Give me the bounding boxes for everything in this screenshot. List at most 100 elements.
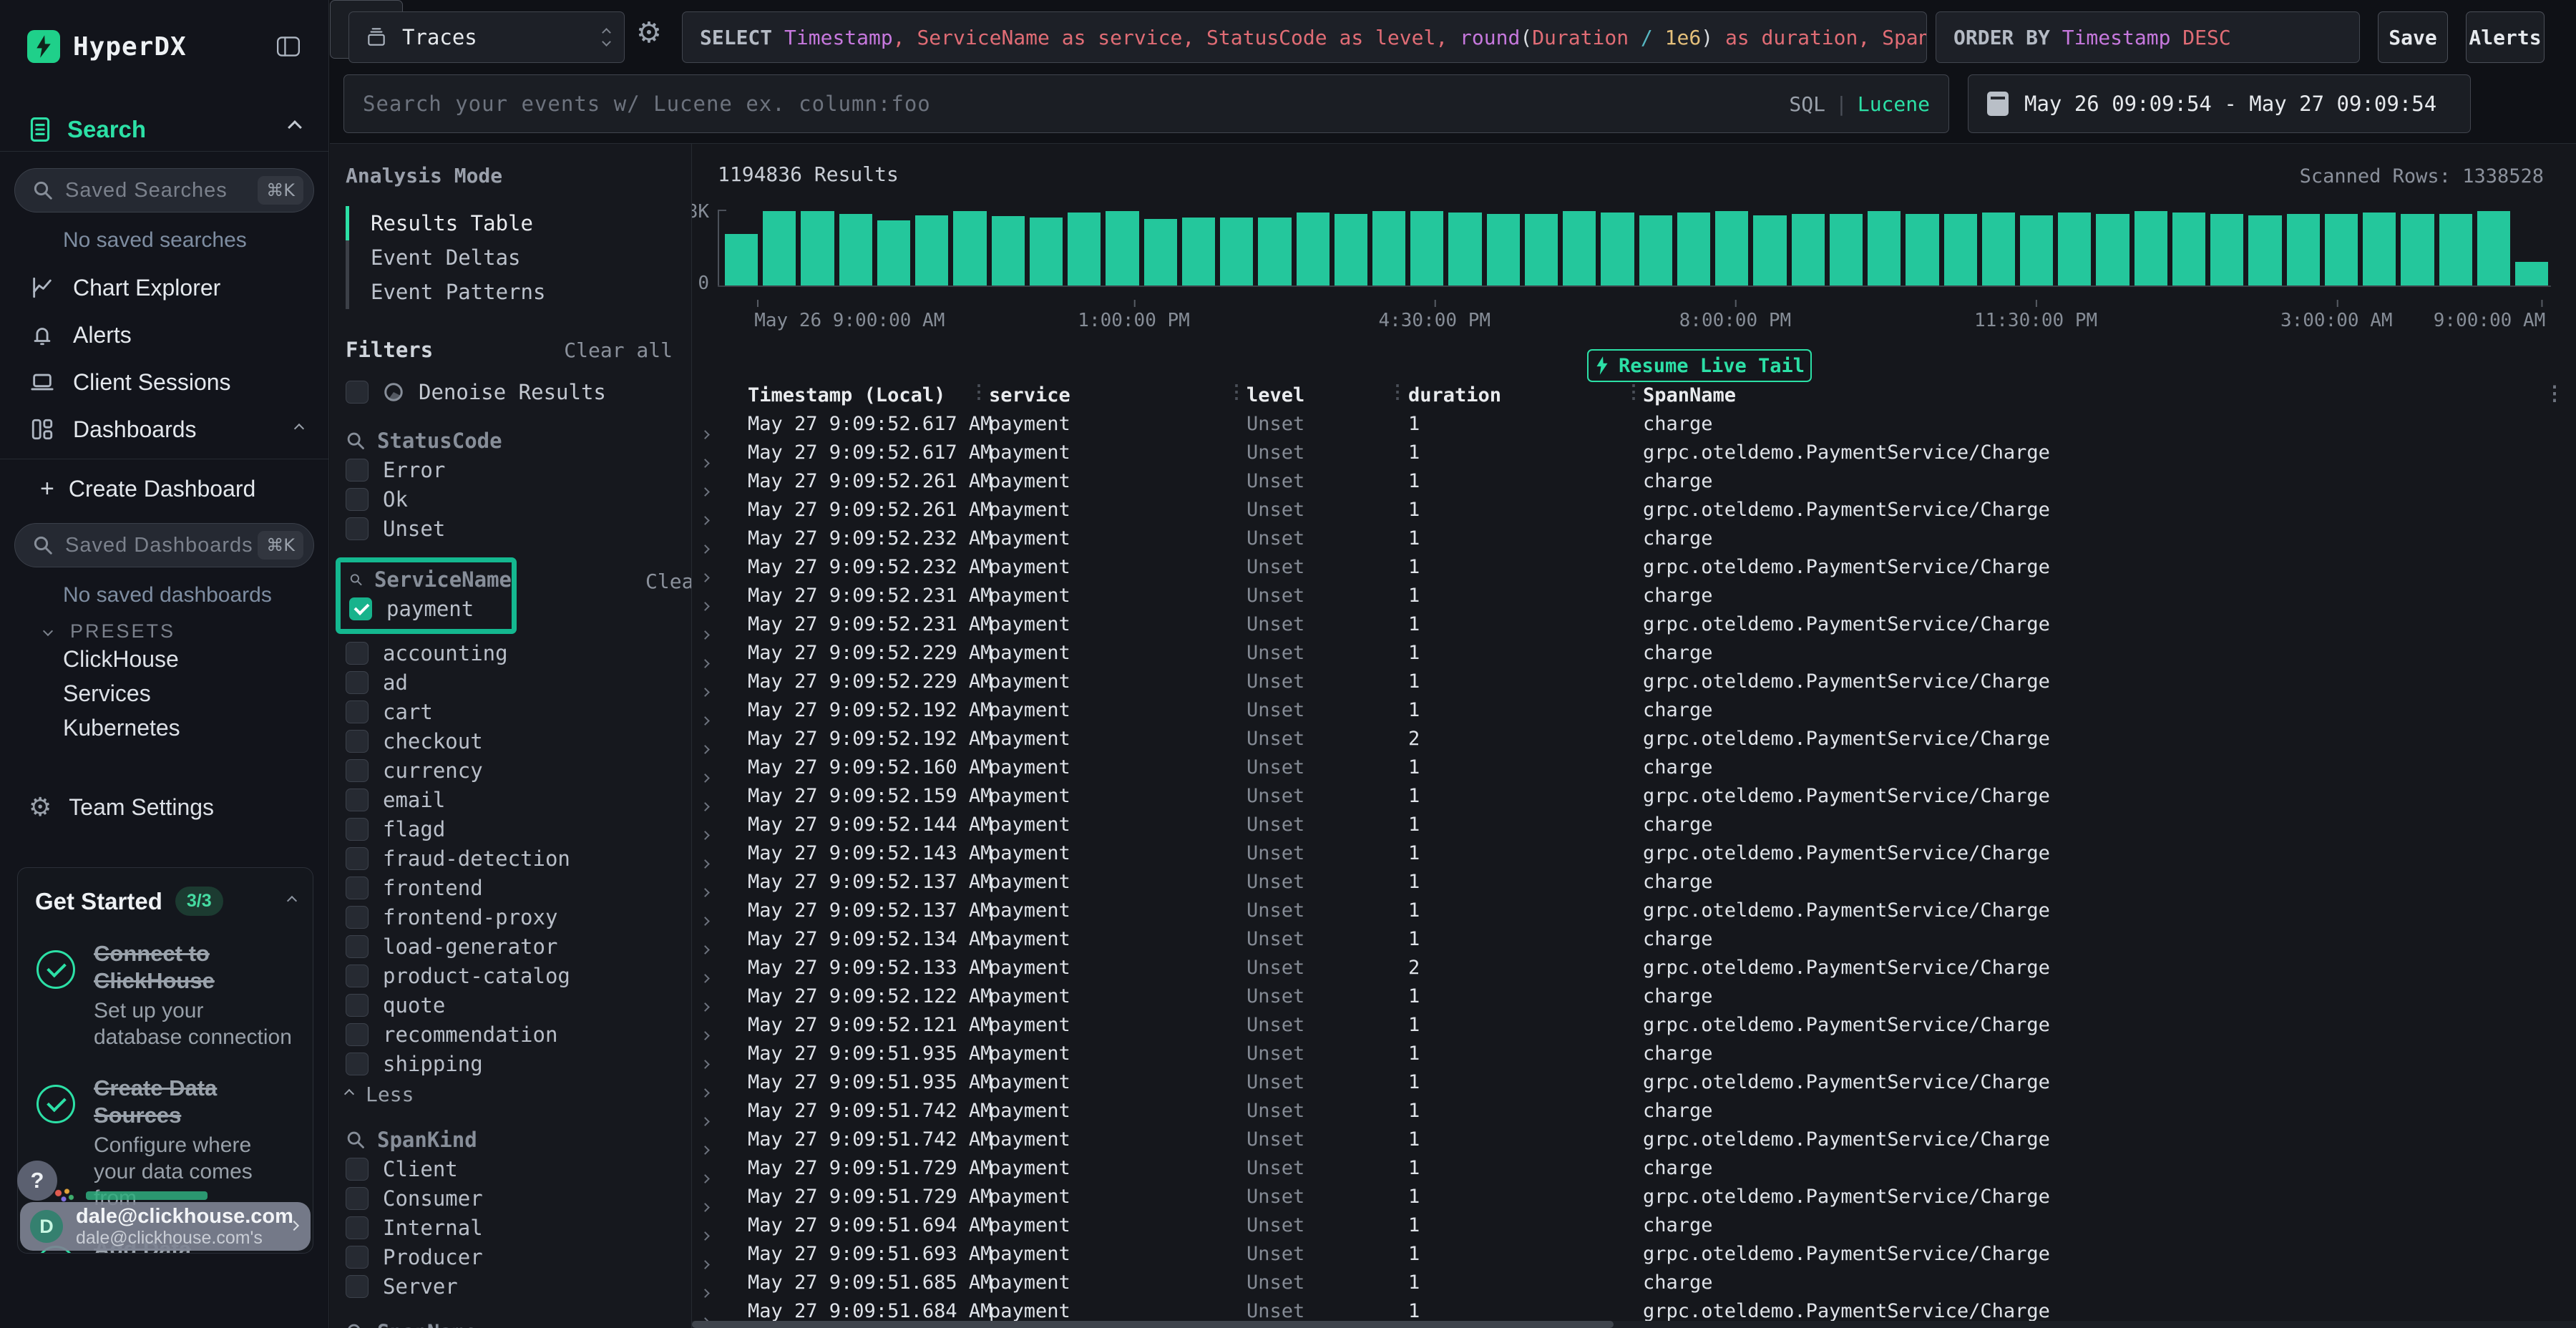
sidebar-item-team-settings[interactable]: ⚙ Team Settings xyxy=(0,789,328,825)
column-drag-handle[interactable]: ⋮ xyxy=(970,381,987,403)
clear-all-button[interactable]: Clear all xyxy=(564,338,673,362)
table-row[interactable]: May 27 9:09:52.137 AM payment Unset 1 ch… xyxy=(692,868,2576,897)
table-row[interactable]: May 27 9:09:52.137 AM payment Unset 1 gr… xyxy=(692,897,2576,925)
sidebar-collapse-icon[interactable] xyxy=(275,35,301,58)
table-row[interactable]: May 27 9:09:51.729 AM payment Unset 1 ch… xyxy=(692,1154,2576,1183)
presets-toggle[interactable]: PRESETS xyxy=(0,620,328,642)
column-drag-handle[interactable]: ⋮ xyxy=(1388,381,1405,403)
table-row[interactable]: May 27 9:09:52.160 AM payment Unset 1 ch… xyxy=(692,753,2576,782)
table-row[interactable]: May 27 9:09:52.192 AM payment Unset 2 gr… xyxy=(692,725,2576,753)
help-button[interactable]: ? xyxy=(17,1161,57,1201)
table-row[interactable]: May 27 9:09:52.134 AM payment Unset 1 ch… xyxy=(692,925,2576,954)
filter-checkbox-row[interactable]: email xyxy=(346,785,691,814)
filter-checkbox-row[interactable]: accounting xyxy=(346,638,691,668)
source-select[interactable]: Traces xyxy=(348,11,625,63)
order-by-editor[interactable]: ORDER BY Timestamp DESC xyxy=(1936,11,2360,63)
show-less-toggle[interactable]: Less xyxy=(346,1080,691,1108)
table-row[interactable]: May 27 9:09:52.261 AM payment Unset 1 ch… xyxy=(692,467,2576,496)
date-range-picker[interactable]: May 26 09:09:54 - May 27 09:09:54 xyxy=(1968,74,2471,133)
table-row[interactable]: May 27 9:09:52.229 AM payment Unset 1 ch… xyxy=(692,639,2576,668)
table-row[interactable]: May 27 9:09:51.742 AM payment Unset 1 gr… xyxy=(692,1126,2576,1154)
gear-icon[interactable]: ⚙ xyxy=(636,19,662,47)
analysis-mode-tab[interactable]: Event Deltas xyxy=(346,240,691,275)
filter-checkbox-row[interactable]: Consumer xyxy=(346,1183,691,1213)
table-row[interactable]: May 27 9:09:52.231 AM payment Unset 1 ch… xyxy=(692,582,2576,610)
filter-checkbox-row[interactable]: frontend xyxy=(346,873,691,902)
saved-dashboards-input[interactable]: Saved Dashboards ⌘K xyxy=(14,523,314,567)
filter-checkbox-row[interactable]: Unset xyxy=(346,514,691,543)
table-row[interactable]: May 27 9:09:52.143 AM payment Unset 1 gr… xyxy=(692,839,2576,868)
filter-checkbox-row[interactable]: frontend-proxy xyxy=(346,902,691,932)
table-row[interactable]: May 27 9:09:52.121 AM payment Unset 1 gr… xyxy=(692,1011,2576,1040)
column-header-timestamp[interactable]: Timestamp (Local) xyxy=(748,384,945,406)
sidebar-item-dashboards[interactable]: Dashboards xyxy=(0,406,328,453)
filter-checkbox-row[interactable]: Client xyxy=(346,1154,691,1183)
filter-checkbox-row[interactable]: cart xyxy=(346,697,691,726)
filter-checkbox-row[interactable]: Server xyxy=(346,1271,691,1301)
table-row[interactable]: May 27 9:09:52.261 AM payment Unset 1 gr… xyxy=(692,496,2576,524)
search-input[interactable]: Search your events w/ Lucene ex. column:… xyxy=(343,74,1949,133)
user-menu[interactable]: D dale@clickhouse.com dale@clickhouse.co… xyxy=(20,1202,311,1251)
filter-checkbox-row[interactable]: fraud-detection xyxy=(346,844,691,873)
filter-checkbox-row[interactable]: recommendation xyxy=(346,1020,691,1049)
sidebar-item-search[interactable]: Search xyxy=(0,107,328,152)
table-row[interactable]: May 27 9:09:51.935 AM payment Unset 1 ch… xyxy=(692,1040,2576,1068)
table-row[interactable]: May 27 9:09:52.232 AM payment Unset 1 ch… xyxy=(692,524,2576,553)
column-header-service[interactable]: service xyxy=(989,384,1070,406)
table-row[interactable]: May 27 9:09:51.693 AM payment Unset 1 gr… xyxy=(692,1240,2576,1269)
resume-live-tail-button[interactable]: Resume Live Tail xyxy=(1587,349,1812,382)
filter-checkbox-row[interactable]: load-generator xyxy=(346,932,691,961)
table-row[interactable]: May 27 9:09:52.122 AM payment Unset 1 ch… xyxy=(692,982,2576,1011)
table-row[interactable]: May 27 9:09:52.617 AM payment Unset 1 gr… xyxy=(692,439,2576,467)
preset-item[interactable]: Services xyxy=(0,676,328,711)
row-expand-chevron-icon[interactable] xyxy=(702,1308,708,1322)
table-row[interactable]: May 27 9:09:52.232 AM payment Unset 1 gr… xyxy=(692,553,2576,582)
table-row[interactable]: May 27 9:09:51.729 AM payment Unset 1 gr… xyxy=(692,1183,2576,1211)
filter-checkbox-row[interactable]: ad xyxy=(346,668,691,697)
analysis-mode-tab[interactable]: Results Table xyxy=(346,206,691,240)
save-button[interactable]: Save xyxy=(2378,11,2448,63)
filter-checkbox-row[interactable]: Internal xyxy=(346,1213,691,1242)
column-drag-handle[interactable]: ⋮ xyxy=(1227,381,1244,403)
table-row[interactable]: May 27 9:09:52.617 AM payment Unset 1 ch… xyxy=(692,410,2576,439)
table-row[interactable]: May 27 9:09:52.231 AM payment Unset 1 gr… xyxy=(692,610,2576,639)
table-options-icon[interactable]: ⋮ xyxy=(2545,381,2565,405)
filter-checkbox-row[interactable]: checkout xyxy=(346,726,691,756)
alerts-button[interactable]: Alerts xyxy=(2466,11,2545,63)
filter-checkbox-row-payment[interactable]: payment xyxy=(349,594,512,623)
filter-checkbox-row[interactable]: Producer xyxy=(346,1242,691,1271)
language-lucene-toggle[interactable]: Lucene xyxy=(1858,92,1930,116)
column-header-level[interactable]: level xyxy=(1246,384,1304,406)
saved-searches-input[interactable]: Saved Searches ⌘K xyxy=(14,168,314,213)
preset-item[interactable]: ClickHouse xyxy=(0,642,328,676)
column-header-spanname[interactable]: SpanName xyxy=(1643,384,1736,406)
chevron-up-icon[interactable] xyxy=(288,895,296,908)
table-row[interactable]: May 27 9:09:52.133 AM payment Unset 2 gr… xyxy=(692,954,2576,982)
sidebar-item-alerts[interactable]: Alerts xyxy=(0,311,328,358)
filter-checkbox-row[interactable]: quote xyxy=(346,990,691,1020)
table-row[interactable]: May 27 9:09:52.159 AM payment Unset 1 gr… xyxy=(692,782,2576,811)
table-row[interactable]: May 27 9:09:52.144 AM payment Unset 1 ch… xyxy=(692,811,2576,839)
table-row[interactable]: May 27 9:09:51.935 AM payment Unset 1 gr… xyxy=(692,1068,2576,1097)
results-histogram[interactable]: 28K 0 May 26 9:00:00 AM 1:00:00 PM 4:30:… xyxy=(718,207,2551,301)
language-sql-toggle[interactable]: SQL xyxy=(1789,92,1825,116)
preset-item[interactable]: Kubernetes xyxy=(0,711,328,745)
sidebar-item-chart-explorer[interactable]: Chart Explorer xyxy=(0,264,328,311)
table-row[interactable]: May 27 9:09:51.684 AM payment Unset 1 gr… xyxy=(692,1297,2576,1322)
get-started-item[interactable]: Connect to ClickHouse Set up your databa… xyxy=(35,940,296,1050)
filter-checkbox-row[interactable]: currency xyxy=(346,756,691,785)
scrollbar-thumb[interactable] xyxy=(692,1321,1614,1328)
create-dashboard-button[interactable]: + Create Dashboard xyxy=(0,471,328,507)
sidebar-item-client-sessions[interactable]: Client Sessions xyxy=(0,358,328,406)
analysis-mode-tab[interactable]: Event Patterns xyxy=(346,275,691,309)
table-row[interactable]: May 27 9:09:51.742 AM payment Unset 1 ch… xyxy=(692,1097,2576,1126)
filter-checkbox-row[interactable]: flagd xyxy=(346,814,691,844)
clear-button[interactable]: Clear xyxy=(645,570,692,593)
table-row[interactable]: May 27 9:09:52.192 AM payment Unset 1 ch… xyxy=(692,696,2576,725)
filter-checkbox-row[interactable]: Error xyxy=(346,455,691,484)
sql-select-editor[interactable]: SELECT Timestamp, ServiceName as service… xyxy=(682,11,1927,63)
column-header-duration[interactable]: duration xyxy=(1408,384,1501,406)
horizontal-scrollbar[interactable] xyxy=(692,1321,2576,1328)
denoise-results-checkbox[interactable]: Denoise Results xyxy=(346,378,691,406)
table-row[interactable]: May 27 9:09:51.694 AM payment Unset 1 ch… xyxy=(692,1211,2576,1240)
